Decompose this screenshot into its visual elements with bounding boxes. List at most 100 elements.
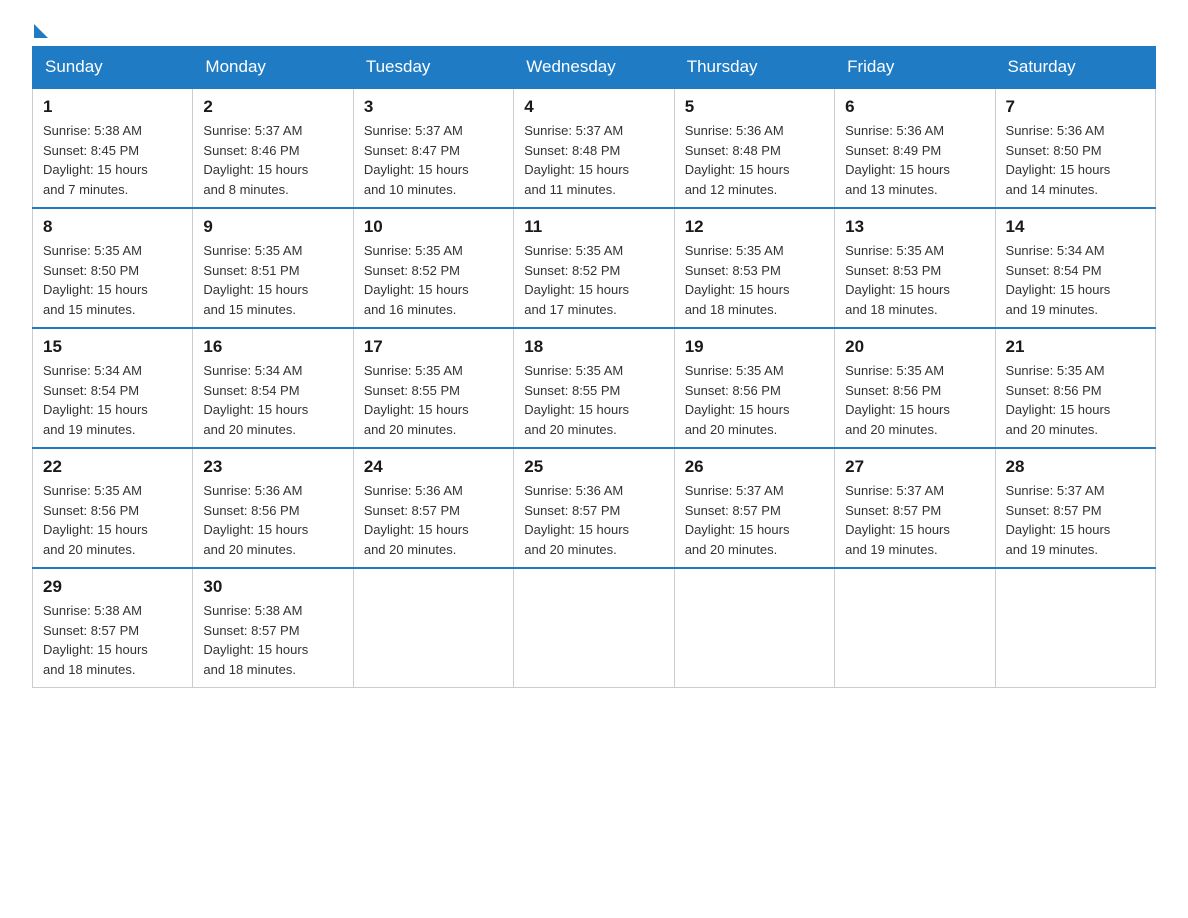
- day-number: 26: [685, 457, 824, 477]
- calendar-cell: 23 Sunrise: 5:36 AMSunset: 8:56 PMDayligh…: [193, 448, 353, 568]
- calendar-cell: 6 Sunrise: 5:36 AMSunset: 8:49 PMDaylight…: [835, 88, 995, 208]
- day-info: Sunrise: 5:38 AMSunset: 8:57 PMDaylight:…: [203, 601, 342, 679]
- calendar-header: SundayMondayTuesdayWednesdayThursdayFrid…: [33, 47, 1156, 89]
- day-info: Sunrise: 5:36 AMSunset: 8:49 PMDaylight:…: [845, 121, 984, 199]
- day-number: 18: [524, 337, 663, 357]
- weekday-header-row: SundayMondayTuesdayWednesdayThursdayFrid…: [33, 47, 1156, 89]
- weekday-header-monday: Monday: [193, 47, 353, 89]
- calendar-cell: 13 Sunrise: 5:35 AMSunset: 8:53 PMDayligh…: [835, 208, 995, 328]
- day-number: 22: [43, 457, 182, 477]
- day-number: 11: [524, 217, 663, 237]
- day-number: 28: [1006, 457, 1145, 477]
- day-number: 25: [524, 457, 663, 477]
- calendar-cell: 20 Sunrise: 5:35 AMSunset: 8:56 PMDayligh…: [835, 328, 995, 448]
- calendar-cell: 16Sunrise: 5:34 AMSunset: 8:54 PMDayligh…: [193, 328, 353, 448]
- week-row-5: 29Sunrise: 5:38 AMSunset: 8:57 PMDayligh…: [33, 568, 1156, 688]
- day-info: Sunrise: 5:36 AMSunset: 8:56 PMDaylight:…: [203, 481, 342, 559]
- calendar-cell: 1 Sunrise: 5:38 AMSunset: 8:45 PMDaylight…: [33, 88, 193, 208]
- day-info: Sunrise: 5:35 AMSunset: 8:53 PMDaylight:…: [685, 241, 824, 319]
- day-number: 6: [845, 97, 984, 117]
- calendar-cell: 10 Sunrise: 5:35 AMSunset: 8:52 PMDayligh…: [353, 208, 513, 328]
- calendar-cell: [353, 568, 513, 688]
- calendar-cell: 21 Sunrise: 5:35 AMSunset: 8:56 PMDayligh…: [995, 328, 1155, 448]
- calendar-cell: [674, 568, 834, 688]
- day-number: 4: [524, 97, 663, 117]
- day-info: Sunrise: 5:37 AMSunset: 8:46 PMDaylight:…: [203, 121, 342, 199]
- calendar-cell: 30 Sunrise: 5:38 AMSunset: 8:57 PMDayligh…: [193, 568, 353, 688]
- day-info: Sunrise: 5:35 AMSunset: 8:56 PMDaylight:…: [1006, 361, 1145, 439]
- calendar-cell: 18 Sunrise: 5:35 AMSunset: 8:55 PMDayligh…: [514, 328, 674, 448]
- calendar-cell: 14 Sunrise: 5:34 AMSunset: 8:54 PMDayligh…: [995, 208, 1155, 328]
- day-number: 2: [203, 97, 342, 117]
- day-number: 15: [43, 337, 182, 357]
- day-number: 23: [203, 457, 342, 477]
- calendar-cell: 17 Sunrise: 5:35 AMSunset: 8:55 PMDayligh…: [353, 328, 513, 448]
- day-info: Sunrise: 5:38 AMSunset: 8:57 PMDaylight:…: [43, 601, 182, 679]
- weekday-header-thursday: Thursday: [674, 47, 834, 89]
- day-info: Sunrise: 5:38 AMSunset: 8:45 PMDaylight:…: [43, 121, 182, 199]
- day-number: 20: [845, 337, 984, 357]
- day-info: Sunrise: 5:36 AMSunset: 8:50 PMDaylight:…: [1006, 121, 1145, 199]
- day-number: 14: [1006, 217, 1145, 237]
- logo: [32, 24, 48, 30]
- day-number: 9: [203, 217, 342, 237]
- day-info: Sunrise: 5:36 AMSunset: 8:48 PMDaylight:…: [685, 121, 824, 199]
- day-info: Sunrise: 5:37 AMSunset: 8:57 PMDaylight:…: [685, 481, 824, 559]
- day-number: 10: [364, 217, 503, 237]
- day-number: 16: [203, 337, 342, 357]
- day-number: 17: [364, 337, 503, 357]
- weekday-header-sunday: Sunday: [33, 47, 193, 89]
- calendar-cell: 12 Sunrise: 5:35 AMSunset: 8:53 PMDayligh…: [674, 208, 834, 328]
- day-info: Sunrise: 5:35 AMSunset: 8:55 PMDaylight:…: [364, 361, 503, 439]
- day-info: Sunrise: 5:35 AMSunset: 8:56 PMDaylight:…: [845, 361, 984, 439]
- day-info: Sunrise: 5:37 AMSunset: 8:57 PMDaylight:…: [845, 481, 984, 559]
- calendar-cell: 15Sunrise: 5:34 AMSunset: 8:54 PMDayligh…: [33, 328, 193, 448]
- day-number: 8: [43, 217, 182, 237]
- day-number: 27: [845, 457, 984, 477]
- calendar-cell: 2 Sunrise: 5:37 AMSunset: 8:46 PMDaylight…: [193, 88, 353, 208]
- day-number: 30: [203, 577, 342, 597]
- day-info: Sunrise: 5:35 AMSunset: 8:56 PMDaylight:…: [43, 481, 182, 559]
- weekday-header-friday: Friday: [835, 47, 995, 89]
- day-info: Sunrise: 5:35 AMSunset: 8:52 PMDaylight:…: [364, 241, 503, 319]
- day-info: Sunrise: 5:35 AMSunset: 8:50 PMDaylight:…: [43, 241, 182, 319]
- day-number: 19: [685, 337, 824, 357]
- day-info: Sunrise: 5:36 AMSunset: 8:57 PMDaylight:…: [364, 481, 503, 559]
- calendar-cell: 29Sunrise: 5:38 AMSunset: 8:57 PMDayligh…: [33, 568, 193, 688]
- day-number: 1: [43, 97, 182, 117]
- calendar-cell: 8 Sunrise: 5:35 AMSunset: 8:50 PMDaylight…: [33, 208, 193, 328]
- day-info: Sunrise: 5:37 AMSunset: 8:57 PMDaylight:…: [1006, 481, 1145, 559]
- day-number: 21: [1006, 337, 1145, 357]
- day-info: Sunrise: 5:37 AMSunset: 8:48 PMDaylight:…: [524, 121, 663, 199]
- day-info: Sunrise: 5:34 AMSunset: 8:54 PMDaylight:…: [1006, 241, 1145, 319]
- calendar-cell: 25 Sunrise: 5:36 AMSunset: 8:57 PMDayligh…: [514, 448, 674, 568]
- day-info: Sunrise: 5:35 AMSunset: 8:52 PMDaylight:…: [524, 241, 663, 319]
- day-info: Sunrise: 5:35 AMSunset: 8:55 PMDaylight:…: [524, 361, 663, 439]
- weekday-header-wednesday: Wednesday: [514, 47, 674, 89]
- calendar-cell: [514, 568, 674, 688]
- logo-arrow-icon: [34, 24, 48, 38]
- day-number: 24: [364, 457, 503, 477]
- week-row-4: 22 Sunrise: 5:35 AMSunset: 8:56 PMDayligh…: [33, 448, 1156, 568]
- day-info: Sunrise: 5:35 AMSunset: 8:51 PMDaylight:…: [203, 241, 342, 319]
- day-info: Sunrise: 5:35 AMSunset: 8:53 PMDaylight:…: [845, 241, 984, 319]
- calendar-cell: 11 Sunrise: 5:35 AMSunset: 8:52 PMDayligh…: [514, 208, 674, 328]
- page-header: [32, 24, 1156, 30]
- calendar-cell: 19 Sunrise: 5:35 AMSunset: 8:56 PMDayligh…: [674, 328, 834, 448]
- weekday-header-tuesday: Tuesday: [353, 47, 513, 89]
- day-info: Sunrise: 5:35 AMSunset: 8:56 PMDaylight:…: [685, 361, 824, 439]
- week-row-3: 15Sunrise: 5:34 AMSunset: 8:54 PMDayligh…: [33, 328, 1156, 448]
- day-number: 13: [845, 217, 984, 237]
- day-number: 7: [1006, 97, 1145, 117]
- day-info: Sunrise: 5:36 AMSunset: 8:57 PMDaylight:…: [524, 481, 663, 559]
- day-number: 12: [685, 217, 824, 237]
- calendar-cell: 28 Sunrise: 5:37 AMSunset: 8:57 PMDayligh…: [995, 448, 1155, 568]
- day-number: 3: [364, 97, 503, 117]
- weekday-header-saturday: Saturday: [995, 47, 1155, 89]
- day-info: Sunrise: 5:37 AMSunset: 8:47 PMDaylight:…: [364, 121, 503, 199]
- calendar-cell: [835, 568, 995, 688]
- week-row-2: 8 Sunrise: 5:35 AMSunset: 8:50 PMDaylight…: [33, 208, 1156, 328]
- calendar-cell: 3 Sunrise: 5:37 AMSunset: 8:47 PMDaylight…: [353, 88, 513, 208]
- calendar-cell: [995, 568, 1155, 688]
- week-row-1: 1 Sunrise: 5:38 AMSunset: 8:45 PMDaylight…: [33, 88, 1156, 208]
